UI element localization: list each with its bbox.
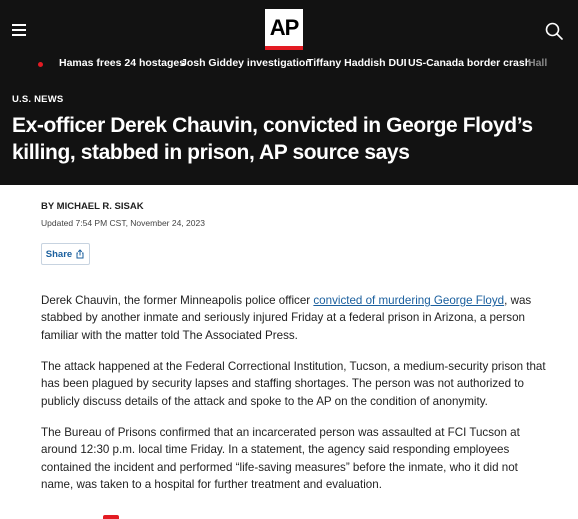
article-paragraph: Derek Chauvin, the former Minneapolis po… [41, 292, 546, 344]
trending-link[interactable]: Josh Giddey investigation [181, 57, 312, 69]
article-paragraph: The Bureau of Prisons confirmed that an … [41, 426, 520, 491]
trending-link[interactable]: Tiffany Haddish DUI [307, 57, 407, 69]
updated-timestamp: Updated 7:54 PM CST, November 24, 2023 [41, 218, 205, 228]
section-label[interactable]: U.S. NEWS [12, 94, 63, 105]
hamburger-menu-icon[interactable] [12, 24, 26, 36]
logo-text: AP [269, 14, 300, 40]
conviction-link[interactable]: convicted of murdering George Floyd [313, 294, 504, 307]
byline: BY MICHAEL R. SISAK [41, 201, 144, 212]
site-header: AP Hamas frees 24 hostages Josh Giddey i… [0, 0, 578, 185]
share-label: Share [45, 248, 73, 260]
article-paragraph: The attack happened at the Federal Corre… [41, 360, 546, 408]
trending-bar: Hamas frees 24 hostages Josh Giddey inve… [0, 56, 578, 74]
trending-link[interactable]: Hamas frees 24 hostages [59, 57, 185, 69]
share-icon [76, 249, 84, 259]
paragraph-text: Derek Chauvin, the former Minneapolis po… [41, 294, 314, 307]
article-headline: Ex-officer Derek Chauvin, convicted in G… [12, 114, 533, 164]
trending-link[interactable]: US-Canada border crash [408, 57, 531, 69]
partial-red-element [103, 515, 119, 519]
ap-logo[interactable]: AP [265, 9, 303, 50]
share-button[interactable]: Share [41, 243, 90, 265]
live-dot-icon [38, 62, 43, 67]
search-icon[interactable] [545, 22, 563, 40]
trending-link[interactable]: Hall [528, 57, 547, 69]
